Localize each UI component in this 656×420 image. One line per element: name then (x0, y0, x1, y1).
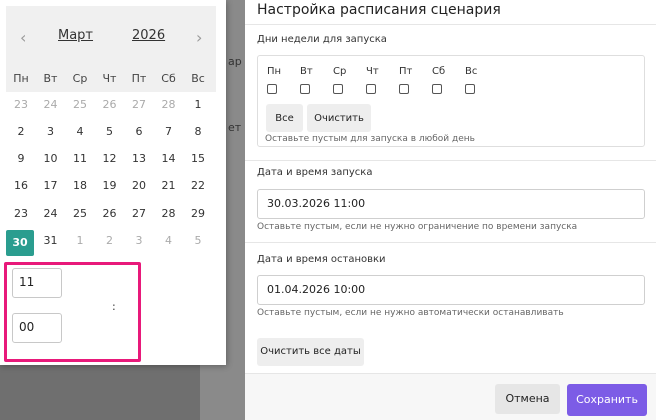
calendar-day[interactable]: 21 (155, 175, 183, 197)
weekday-label: Пт (131, 72, 147, 85)
calendar-day[interactable]: 24 (37, 94, 65, 116)
weekday-checkbox[interactable] (267, 84, 277, 94)
days-hint: Оставьте пустым для запуска в любой день (265, 134, 475, 144)
calendar-day[interactable]: 31 (37, 230, 65, 252)
calendar-day[interactable]: 26 (96, 203, 124, 225)
calendar-day[interactable]: 29 (184, 203, 212, 225)
month-selector[interactable]: Март (58, 28, 93, 43)
date-picker-popup: ‹ Март 2026 › Пн Вт Ср Чт Пт Сб Вс 23 24 25 26 27 2… (0, 0, 226, 365)
divider (245, 24, 656, 25)
calendar-day[interactable]: 2 (96, 230, 124, 252)
weekday-label: Вс (191, 72, 205, 85)
calendar-day[interactable]: 24 (37, 203, 65, 225)
calendar-day[interactable]: 28 (155, 94, 183, 116)
weekday-checkbox-label: Вс (465, 66, 478, 77)
chevron-right-icon[interactable]: › (196, 28, 202, 47)
calendar-day[interactable]: 25 (66, 203, 94, 225)
calendar-day[interactable]: 1 (184, 94, 212, 116)
calendar-day[interactable]: 8 (184, 121, 212, 143)
calendar-day[interactable]: 27 (125, 94, 153, 116)
calendar-day[interactable]: 13 (125, 148, 153, 170)
start-hint: Оставьте пустым, если не нужно ограничен… (257, 222, 578, 232)
weekday-label: Пн (13, 72, 29, 85)
cancel-button[interactable]: Отмена (495, 384, 560, 414)
calendar-day[interactable]: 4 (155, 230, 183, 252)
dialog-footer: Отмена Сохранить (245, 373, 656, 420)
calendar-day[interactable]: 15 (184, 148, 212, 170)
minute-input[interactable]: 00 (12, 313, 62, 343)
start-label: Дата и время запуска (257, 167, 373, 178)
calendar-header: ‹ Март 2026 › (6, 6, 216, 62)
schedule-dialog: Настройка расписания сценария Дни недели… (245, 0, 656, 420)
dialog-title: Настройка расписания сценария (257, 2, 501, 18)
save-button[interactable]: Сохранить (567, 384, 647, 416)
chevron-left-icon[interactable]: ‹ (20, 28, 26, 47)
calendar-day[interactable]: 16 (7, 175, 35, 197)
weekday-checkbox[interactable] (399, 84, 409, 94)
weekday-checkbox-label: Сб (432, 66, 446, 77)
weekday-checkbox[interactable] (300, 84, 310, 94)
clear-all-dates-button[interactable]: Очистить все даты (257, 338, 364, 366)
weekday-checkbox-label: Вт (300, 66, 313, 77)
weekday-label: Чт (102, 72, 117, 85)
weekday-label: Ср (72, 72, 88, 85)
calendar-day[interactable]: 2 (7, 121, 35, 143)
calendar-day[interactable]: 19 (96, 175, 124, 197)
weekday-checkbox[interactable] (333, 84, 343, 94)
stop-hint: Оставьте пустым, если не нужно автоматич… (257, 308, 564, 318)
calendar-day[interactable]: 7 (155, 121, 183, 143)
calendar-day[interactable]: 4 (66, 121, 94, 143)
year-selector[interactable]: 2026 (132, 28, 165, 43)
calendar-day[interactable]: 12 (96, 148, 124, 170)
select-all-days-button[interactable]: Все (266, 104, 303, 132)
calendar-day[interactable]: 5 (96, 121, 124, 143)
calendar-day[interactable]: 20 (125, 175, 153, 197)
calendar-day[interactable]: 28 (155, 203, 183, 225)
weekday-checkbox[interactable] (465, 84, 475, 94)
calendar-day[interactable]: 9 (7, 148, 35, 170)
stop-datetime-field[interactable]: 01.04.2026 10:00 (257, 275, 645, 305)
calendar-day[interactable]: 5 (184, 230, 212, 252)
calendar-day[interactable]: 3 (125, 230, 153, 252)
weekday-checkbox-label: Пт (399, 66, 413, 77)
hour-input[interactable]: 11 (12, 268, 62, 298)
weekday-checkbox-label: Пн (267, 66, 282, 77)
calendar-day[interactable]: 25 (66, 94, 94, 116)
weekday-checkbox[interactable] (366, 84, 376, 94)
start-datetime-field[interactable]: 30.03.2026 11:00 (257, 189, 645, 219)
calendar-day[interactable]: 26 (96, 94, 124, 116)
calendar-day[interactable]: 27 (125, 203, 153, 225)
weekday-label: Вт (43, 72, 58, 85)
days-label: Дни недели для запуска (257, 34, 387, 45)
background-text: ар (228, 55, 242, 68)
weekday-checkbox-label: Чт (366, 66, 379, 77)
calendar-day[interactable]: 1 (66, 230, 94, 252)
calendar-day[interactable]: 23 (7, 94, 35, 116)
weekday-checkbox[interactable] (432, 84, 442, 94)
calendar-day[interactable]: 10 (37, 148, 65, 170)
calendar-day[interactable]: 11 (66, 148, 94, 170)
calendar-day[interactable]: 22 (184, 175, 212, 197)
calendar-day[interactable]: 18 (66, 175, 94, 197)
background-text: ет (228, 121, 242, 134)
clear-days-button[interactable]: Очистить (307, 104, 371, 132)
calendar-day-selected[interactable]: 30 (6, 230, 34, 256)
calendar-day[interactable]: 6 (125, 121, 153, 143)
calendar-day[interactable]: 17 (37, 175, 65, 197)
calendar-day[interactable]: 23 (7, 203, 35, 225)
time-picker: 11 00 : (4, 262, 141, 362)
weekday-label: Сб (161, 72, 176, 85)
calendar-day[interactable]: 3 (37, 121, 65, 143)
weekday-checkbox-label: Ср (333, 66, 347, 77)
weekday-header-row: Пн Вт Ср Чт Пт Сб Вс (6, 62, 216, 92)
stop-label: Дата и время остановки (257, 254, 386, 265)
calendar-day[interactable]: 14 (155, 148, 183, 170)
time-separator: : (112, 300, 116, 313)
divider (245, 160, 656, 161)
divider (245, 242, 656, 243)
